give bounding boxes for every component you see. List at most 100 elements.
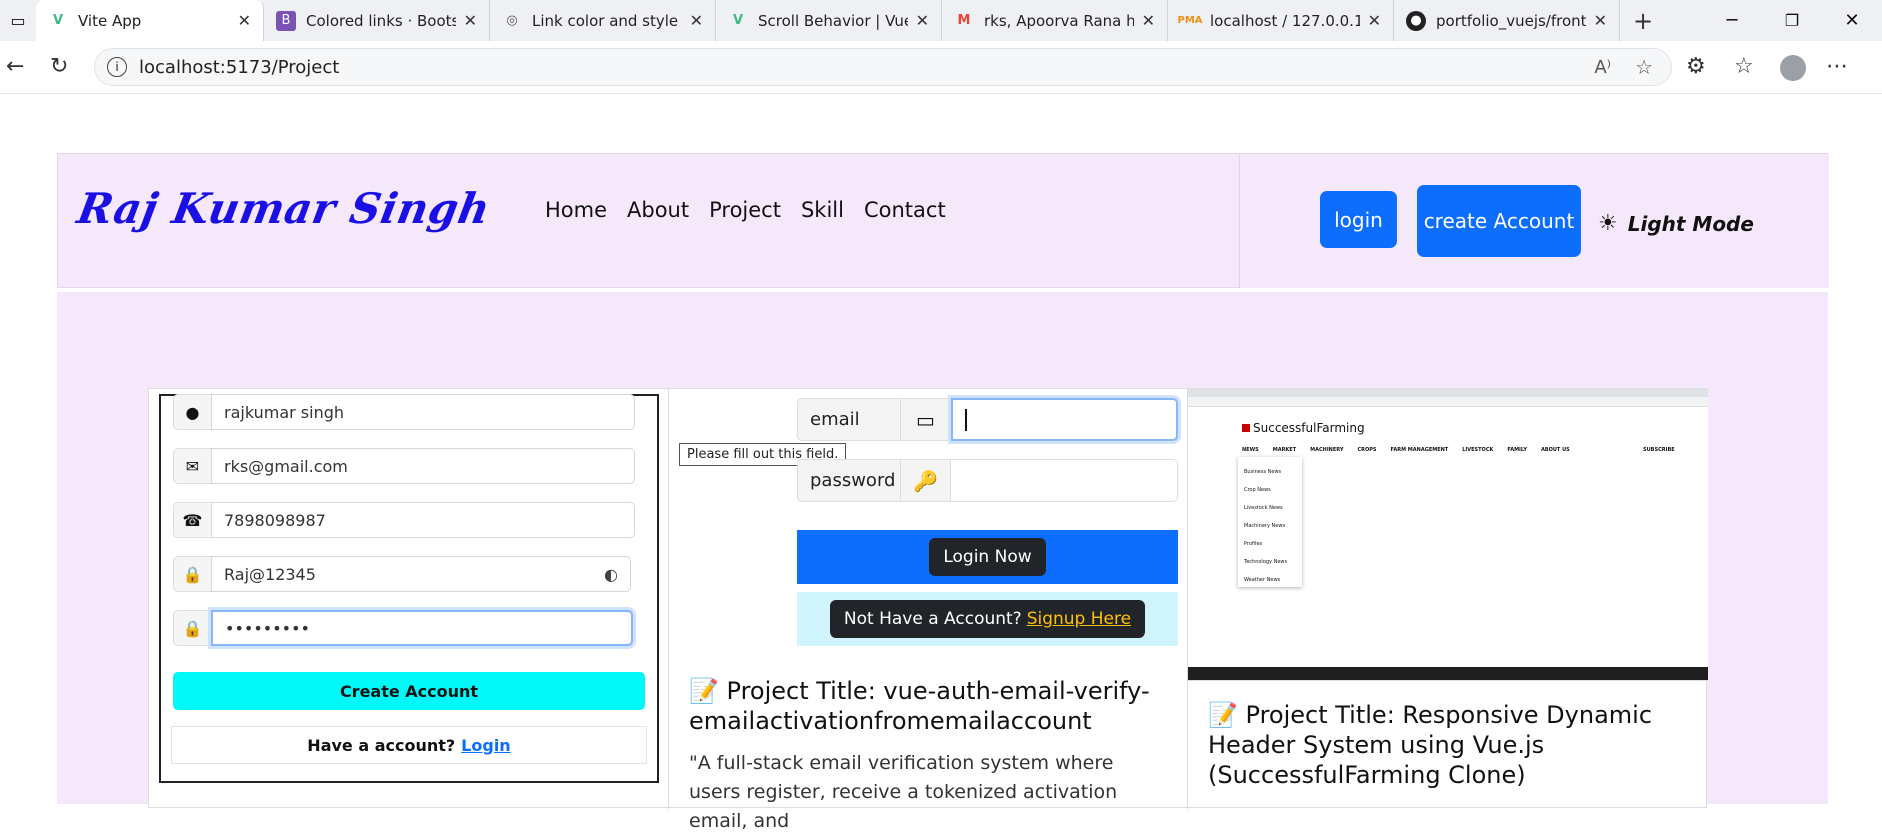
name-field: ● rajkumar singh: [173, 394, 635, 430]
signup-prompt: Not Have a Account? Signup Here: [829, 600, 1146, 638]
nav-about[interactable]: About: [627, 198, 689, 222]
page-viewport: Raj Kumar Singh Home About Project Skill…: [0, 94, 1882, 832]
window-close-button[interactable]: ✕: [1822, 10, 1882, 31]
user-icon: ●: [173, 394, 211, 430]
close-icon[interactable]: ✕: [238, 11, 251, 30]
tab-gmail[interactable]: M rks, Apoorva Rana has ✕: [942, 0, 1168, 41]
password-label: password: [797, 459, 901, 502]
project-title: 📝 Project Title: vue-auth-email-verify-e…: [689, 677, 1150, 735]
sun-icon: ☀: [1598, 211, 1618, 236]
phone-input[interactable]: 7898098987: [211, 502, 635, 538]
favorites-icon[interactable]: ☆: [1734, 54, 1754, 79]
signup-link[interactable]: Signup Here: [1027, 609, 1131, 629]
globe-icon: ◎: [506, 13, 518, 28]
vue-logo-icon: V: [732, 13, 744, 28]
password-value: Raj@12345: [224, 564, 316, 584]
back-icon[interactable]: ←: [6, 54, 24, 79]
login-button[interactable]: login: [1320, 191, 1397, 248]
tab-title: Colored links · Bootstra: [306, 11, 456, 30]
tab-phpmyadmin[interactable]: PMA localhost / 127.0.0.1 / p ✕: [1168, 0, 1394, 41]
project-cards: ● rajkumar singh ✉ rks@gmail.com ☎ 78980…: [148, 388, 1708, 832]
tab-vite-app[interactable]: V Vite App ✕: [36, 0, 264, 41]
lock-icon: 🔒: [173, 610, 211, 646]
tab-title: Vite App: [78, 11, 142, 30]
site-header: Raj Kumar Singh Home About Project Skill…: [57, 153, 1829, 289]
envelope-icon: ✉: [173, 448, 211, 484]
key-icon: 🔑: [901, 459, 951, 502]
lock-icon: 🔒: [173, 556, 211, 592]
create-account-submit-button[interactable]: Create Account: [173, 672, 645, 710]
project-screenshot: SuccessfulFarming NEWS MARKET MACHINERY …: [1188, 389, 1708, 681]
tab-link-color[interactable]: ◎ Link color and style ✕: [490, 0, 716, 41]
gmail-icon: M: [957, 13, 971, 28]
site-container: Raj Kumar Singh Home About Project Skill…: [57, 153, 1829, 832]
nav-home[interactable]: Home: [545, 198, 607, 222]
minimize-button[interactable]: ─: [1702, 10, 1762, 31]
project-card: email ▭ Please fill out this field. pass…: [669, 389, 1188, 832]
nav-project[interactable]: Project: [709, 198, 781, 222]
login-password-input[interactable]: [951, 459, 1178, 502]
login-password-field: password 🔑: [797, 459, 1178, 502]
address-bar[interactable]: i localhost:5173/Project A⁾ ☆: [94, 48, 1672, 86]
tab-actions-icon[interactable]: ▭: [0, 0, 36, 41]
url-text: localhost:5173/Project: [139, 56, 340, 78]
tab-title: portfolio_vuejs/fronten: [1436, 11, 1586, 30]
login-link[interactable]: Login: [461, 736, 511, 755]
screenshot-dropdown: Business News Crop News Livestock News M…: [1238, 457, 1302, 587]
theme-toggle[interactable]: ☀ Light Mode: [1598, 211, 1754, 236]
brand-logo[interactable]: Raj Kumar Singh: [74, 184, 494, 233]
tab-title: Link color and style: [532, 11, 679, 30]
phone-icon: ☎: [173, 502, 211, 538]
close-icon[interactable]: ✕: [1142, 11, 1155, 30]
nav-skill[interactable]: Skill: [801, 198, 844, 222]
favorite-star-icon[interactable]: ☆: [1635, 55, 1653, 79]
signup-form: ● rajkumar singh ✉ rks@gmail.com ☎ 78980…: [159, 394, 659, 783]
have-account-text: Have a account?: [307, 735, 456, 755]
screenshot-subscribe: SUBSCRIBE: [1643, 447, 1675, 453]
new-tab-button[interactable]: +: [1620, 7, 1666, 35]
header-divider: [57, 288, 1828, 292]
close-icon[interactable]: ✕: [690, 11, 703, 30]
extensions-icon[interactable]: ⚙: [1686, 54, 1706, 79]
tab-bootstrap[interactable]: B Colored links · Bootstra ✕: [264, 0, 490, 41]
create-account-button[interactable]: create Account: [1417, 185, 1581, 257]
github-icon: ●: [1406, 10, 1426, 31]
password-input[interactable]: Raj@12345 ◐: [211, 556, 631, 592]
refresh-icon[interactable]: ↻: [50, 54, 68, 79]
main-nav: Home About Project Skill Contact: [545, 198, 946, 222]
project-title: 📝 Project Title: Responsive Dynamic Head…: [1208, 701, 1653, 789]
tab-title: localhost / 127.0.0.1 / p: [1210, 11, 1360, 30]
tab-title: rks, Apoorva Rana has: [984, 11, 1134, 30]
not-have-account-text: Not Have a Account?: [843, 609, 1022, 629]
restore-button[interactable]: ❐: [1762, 11, 1822, 30]
confirm-password-field: 🔒 •••••••••: [173, 610, 633, 646]
project-description: "A full-stack email verification system …: [689, 752, 1118, 832]
login-now-button[interactable]: Login Now: [929, 538, 1046, 576]
email-input[interactable]: rks@gmail.com: [211, 448, 635, 484]
info-icon[interactable]: i: [107, 57, 127, 77]
eye-slash-icon[interactable]: ◐: [604, 565, 618, 584]
theme-label: Light Mode: [1627, 211, 1754, 236]
profile-avatar[interactable]: [1780, 55, 1806, 81]
close-icon[interactable]: ✕: [1594, 11, 1607, 30]
close-icon[interactable]: ✕: [1368, 11, 1381, 30]
confirm-password-input[interactable]: •••••••••: [211, 610, 633, 646]
login-email-input[interactable]: [951, 398, 1178, 441]
browser-tab-bar: ▭ V Vite App ✕ B Colored links · Bootstr…: [0, 0, 1882, 41]
phone-field: ☎ 7898098987: [173, 502, 635, 538]
more-menu-icon[interactable]: ⋯: [1826, 54, 1848, 79]
phpmyadmin-icon: PMA: [1177, 15, 1203, 26]
have-account-row: Have a account? Login: [171, 726, 647, 764]
tab-scroll-behavior[interactable]: V Scroll Behavior | Vue Ro ✕: [716, 0, 942, 41]
password-field: 🔒 Raj@12345 ◐: [173, 556, 631, 592]
login-bar: Login Now: [797, 530, 1178, 584]
vue-logo-icon: V: [52, 13, 64, 28]
nav-contact[interactable]: Contact: [864, 198, 946, 222]
email-label: email: [797, 398, 901, 441]
name-input[interactable]: rajkumar singh: [211, 394, 635, 430]
tab-github[interactable]: ● portfolio_vuejs/fronten ✕: [1394, 0, 1620, 41]
read-aloud-icon[interactable]: A⁾: [1594, 57, 1611, 78]
close-icon[interactable]: ✕: [916, 11, 929, 30]
close-icon[interactable]: ✕: [464, 11, 477, 30]
project-card: ● rajkumar singh ✉ rks@gmail.com ☎ 78980…: [149, 389, 669, 809]
